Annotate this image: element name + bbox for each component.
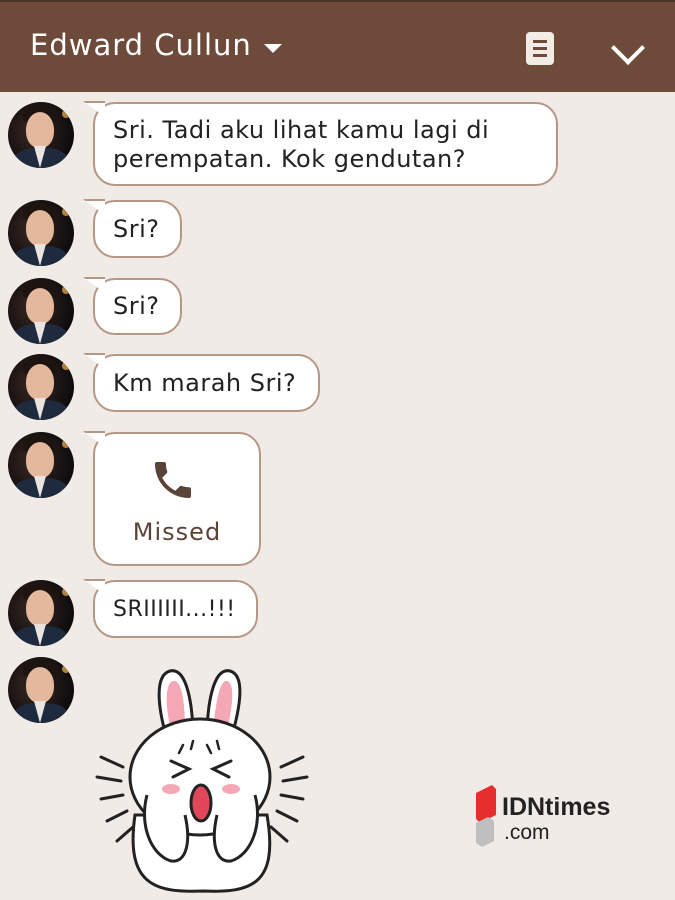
missed-call-bubble[interactable]: Missed [83, 431, 261, 566]
contact-name[interactable]: Edward Cullun [30, 28, 252, 62]
avatar[interactable] [8, 102, 74, 168]
message-text: Sri. Tadi aku lihat kamu lagi di [113, 116, 490, 144]
avatar[interactable] [8, 354, 74, 420]
message-bubble[interactable]: Sri. Tadi aku lihat kamu lagi di perempa… [83, 101, 558, 186]
logo-domain-text: .com [504, 821, 550, 844]
avatar[interactable] [8, 432, 74, 498]
missed-call-label: Missed [132, 518, 222, 546]
message-bubble[interactable]: Sri? [83, 277, 182, 335]
logo-mark-icon [476, 785, 496, 847]
chat-header: Edward Cullun [0, 0, 675, 92]
caret-down-icon[interactable] [264, 44, 282, 53]
message-text: Sri? [113, 292, 160, 320]
message-text: SRIIIIII...!!! [113, 597, 236, 622]
avatar[interactable] [8, 278, 74, 344]
crying-bunny-sticker[interactable] [95, 665, 310, 895]
message-text: Sri? [113, 215, 160, 243]
avatar[interactable] [8, 580, 74, 646]
message-bubble[interactable]: SRIIIIII...!!! [83, 579, 258, 638]
message-bubble[interactable]: Sri? [83, 199, 182, 258]
note-icon[interactable] [526, 32, 554, 65]
message-text: Km marah Sri? [113, 369, 297, 397]
message-text: perempatan. Kok gendutan? [113, 145, 466, 173]
avatar[interactable] [8, 657, 74, 723]
message-bubble[interactable]: Km marah Sri? [83, 353, 320, 412]
logo-brand-text: IDNtimes [502, 793, 611, 821]
phone-icon [155, 462, 191, 498]
idntimes-logo: IDNtimes .com [474, 783, 634, 853]
chevron-down-icon[interactable] [611, 31, 645, 65]
avatar[interactable] [8, 200, 74, 266]
